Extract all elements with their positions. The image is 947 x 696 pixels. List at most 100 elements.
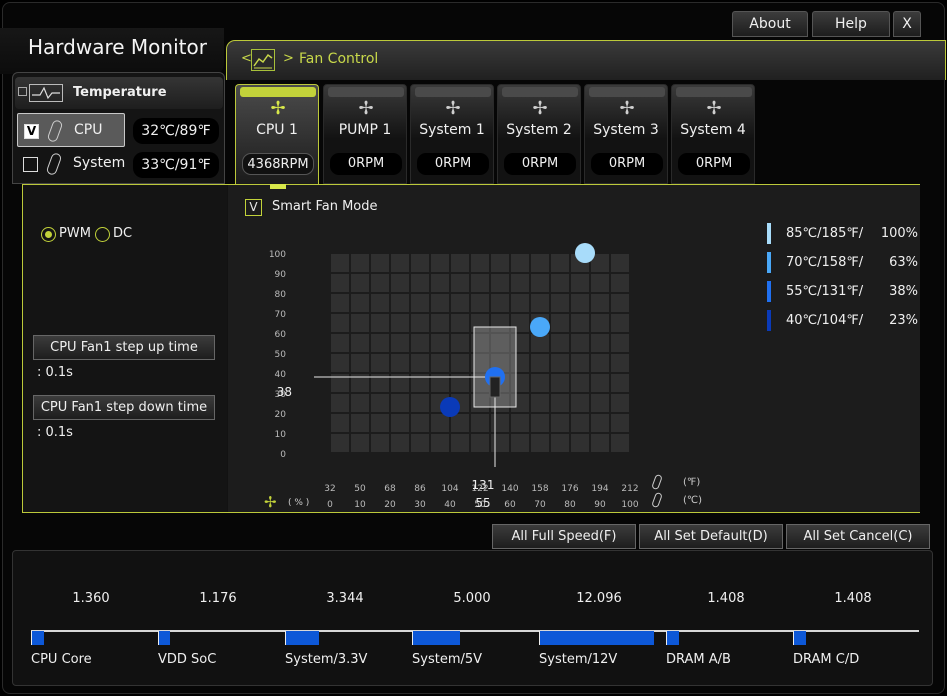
grid-cell (591, 394, 609, 412)
grid-cell (371, 314, 389, 332)
legend-temp: 55℃/131℉/ (786, 284, 864, 299)
grid-cell (511, 274, 529, 292)
fan-name: System 2 (506, 122, 572, 138)
fan-name: System 1 (419, 122, 485, 138)
temp-value: 33℃/91℉ (133, 152, 219, 178)
y-tick-label: 0 (280, 450, 286, 460)
fan-curve-area: V Smart Fan Mode 100 90 80 70 60 50 40 30 20 10 0 … (228, 185, 920, 512)
grid-cell (411, 434, 429, 452)
all-set-cancel-button[interactable]: All Set Cancel(C) (786, 524, 930, 549)
grid-cell (451, 294, 469, 312)
grid-cell (411, 334, 429, 352)
fan-rpm: 0RPM (417, 153, 489, 175)
fan-tab-cpu1[interactable]: ✢ CPU 1 4368RPM (235, 84, 319, 186)
grid-cell (591, 434, 609, 452)
pwm-radio[interactable] (41, 227, 56, 242)
grid-cell (331, 274, 349, 292)
about-button[interactable]: About (732, 11, 808, 37)
fan-rpm: 0RPM (504, 153, 576, 175)
fan-curve-point[interactable] (530, 317, 550, 337)
x-tick-label-c: 30 (414, 500, 426, 510)
temp-row-system[interactable]: System 33℃/91℉ (15, 147, 223, 183)
grid-cell (491, 434, 509, 452)
fan-tab-system4[interactable]: ✢ System 4 0RPM (671, 84, 755, 184)
grid-cell (451, 334, 469, 352)
grid-cell (411, 274, 429, 292)
temperature-header[interactable]: Temperature (15, 77, 223, 109)
help-button[interactable]: Help (812, 11, 890, 37)
grid-cell (611, 414, 629, 432)
grid-cell (351, 254, 369, 272)
grid-cell (331, 314, 349, 332)
fan-tab-system1[interactable]: ✢ System 1 0RPM (410, 84, 494, 184)
grid-cell (611, 354, 629, 372)
temperature-title: Temperature (73, 85, 167, 100)
legend-color-bar (767, 252, 771, 273)
voltage-label: VDD SoC (158, 652, 217, 667)
all-full-speed-button[interactable]: All Full Speed(F) (492, 524, 636, 549)
x-tick-label-f: 158 (531, 484, 548, 494)
fan-tab-system3[interactable]: ✢ System 3 0RPM (584, 84, 668, 184)
grid-cell (551, 254, 569, 272)
voltage-bar (666, 631, 679, 645)
fan-curve-point[interactable] (440, 397, 460, 417)
grid-cell (491, 274, 509, 292)
grid-cell (351, 414, 369, 432)
fan-tab-system2[interactable]: ✢ System 2 0RPM (497, 84, 581, 184)
step-down-time-button[interactable]: CPU Fan1 step down time (33, 395, 215, 420)
voltage-label: DRAM A/B (666, 652, 731, 667)
x-tick-label-f: 104 (441, 484, 458, 494)
legend-temp: 85℃/185℉/ (786, 226, 864, 241)
grid-cell (491, 414, 509, 432)
grid-cell (331, 434, 349, 452)
grid-cell (531, 354, 549, 372)
voltage-label: CPU Core (31, 652, 92, 667)
voltage-value: 12.096 (576, 591, 622, 606)
grid-cell (511, 254, 529, 272)
y-tick-label: 80 (275, 290, 287, 300)
fan-curve-point[interactable] (575, 243, 595, 263)
grid-cell (591, 374, 609, 392)
temp-name-box[interactable]: V CPU (17, 113, 125, 147)
grid-cell (511, 434, 529, 452)
app-title: Hardware Monitor (0, 28, 224, 74)
nav-next-button[interactable]: > (283, 51, 294, 66)
grid-cell (431, 254, 449, 272)
grid-cell (591, 274, 609, 292)
fan-icon: ✢ (264, 493, 277, 511)
legend-color-bar (767, 223, 771, 244)
dc-radio[interactable] (95, 227, 110, 242)
all-set-default-button[interactable]: All Set Default(D) (639, 524, 783, 549)
y-tick-label: 20 (275, 410, 287, 420)
pwm-label: PWM (59, 226, 91, 241)
temperature-panel: Temperature V CPU 32℃/89℉ System 33℃/91℉ (12, 72, 225, 184)
temp-row-cpu[interactable]: V CPU 32℃/89℉ (15, 113, 223, 149)
cpu-temp-checkbox[interactable]: V (24, 124, 39, 139)
close-button[interactable]: X (893, 11, 921, 37)
cursor-handle[interactable] (489, 376, 501, 398)
grid-cell (571, 294, 589, 312)
grid-cell (531, 414, 549, 432)
grid-cell (551, 334, 569, 352)
x-axis-unit-c: (℃) (683, 495, 702, 506)
fan-icon: ✢ (270, 98, 286, 119)
grid-cell (431, 434, 449, 452)
cursor-percent-label: 38 (277, 385, 292, 399)
collapse-icon[interactable] (18, 87, 27, 96)
grid-cell (391, 414, 409, 432)
voltage-bar (793, 631, 806, 645)
x-tick-label-f: 212 (621, 484, 638, 494)
grid-cell (591, 294, 609, 312)
legend-temp: 40℃/104℉/ (786, 313, 864, 328)
temperature-graph-icon (29, 84, 63, 102)
fan-tab-pump1[interactable]: ✢ PUMP 1 0RPM (323, 84, 407, 184)
step-up-time-button[interactable]: CPU Fan1 step up time (33, 335, 215, 360)
fan-rpm: 0RPM (330, 153, 402, 175)
step-up-time-value: : 0.1s (37, 365, 73, 380)
grid-cell (431, 354, 449, 372)
fan-icon: ✢ (445, 98, 461, 119)
voltage-label: System/3.3V (285, 652, 368, 667)
grid-cell (391, 434, 409, 452)
system-temp-checkbox[interactable] (23, 157, 38, 172)
temp-name-box[interactable]: System (17, 147, 125, 181)
